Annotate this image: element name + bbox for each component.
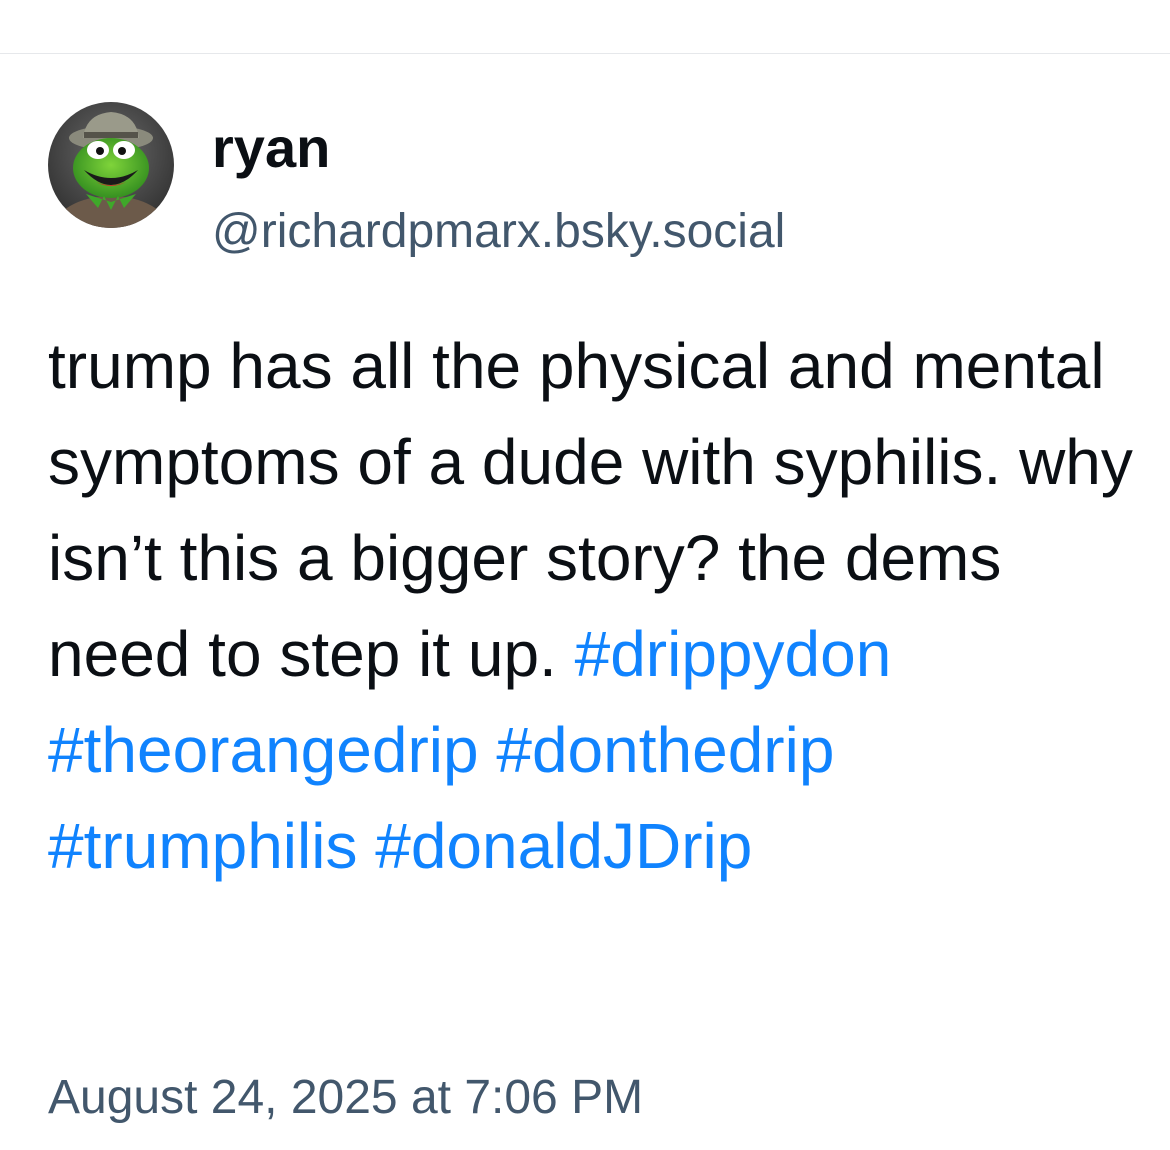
hashtag-link[interactable]: #donthedrip bbox=[496, 714, 834, 786]
post-timestamp[interactable]: August 24, 2025 at 7:06 PM bbox=[48, 1068, 643, 1128]
author-meta: ryan @richardpmarx.bsky.social bbox=[212, 102, 785, 260]
author-display-name[interactable]: ryan bbox=[212, 116, 785, 180]
hashtag-link[interactable]: #theorangedrip bbox=[48, 714, 479, 786]
post-author-row: ryan @richardpmarx.bsky.social bbox=[48, 102, 785, 258]
hashtag-link[interactable]: #trumphilis bbox=[48, 810, 357, 882]
kermit-avatar-icon bbox=[48, 102, 174, 228]
hashtag-link[interactable]: #donaldJDrip bbox=[375, 810, 752, 882]
top-divider bbox=[0, 53, 1170, 54]
post-body: trump has all the physical and mental sy… bbox=[48, 318, 1138, 894]
avatar[interactable] bbox=[48, 102, 174, 228]
hashtag-link[interactable]: #drippydon bbox=[575, 618, 892, 690]
author-handle[interactable]: @richardpmarx.bsky.social bbox=[212, 204, 785, 260]
